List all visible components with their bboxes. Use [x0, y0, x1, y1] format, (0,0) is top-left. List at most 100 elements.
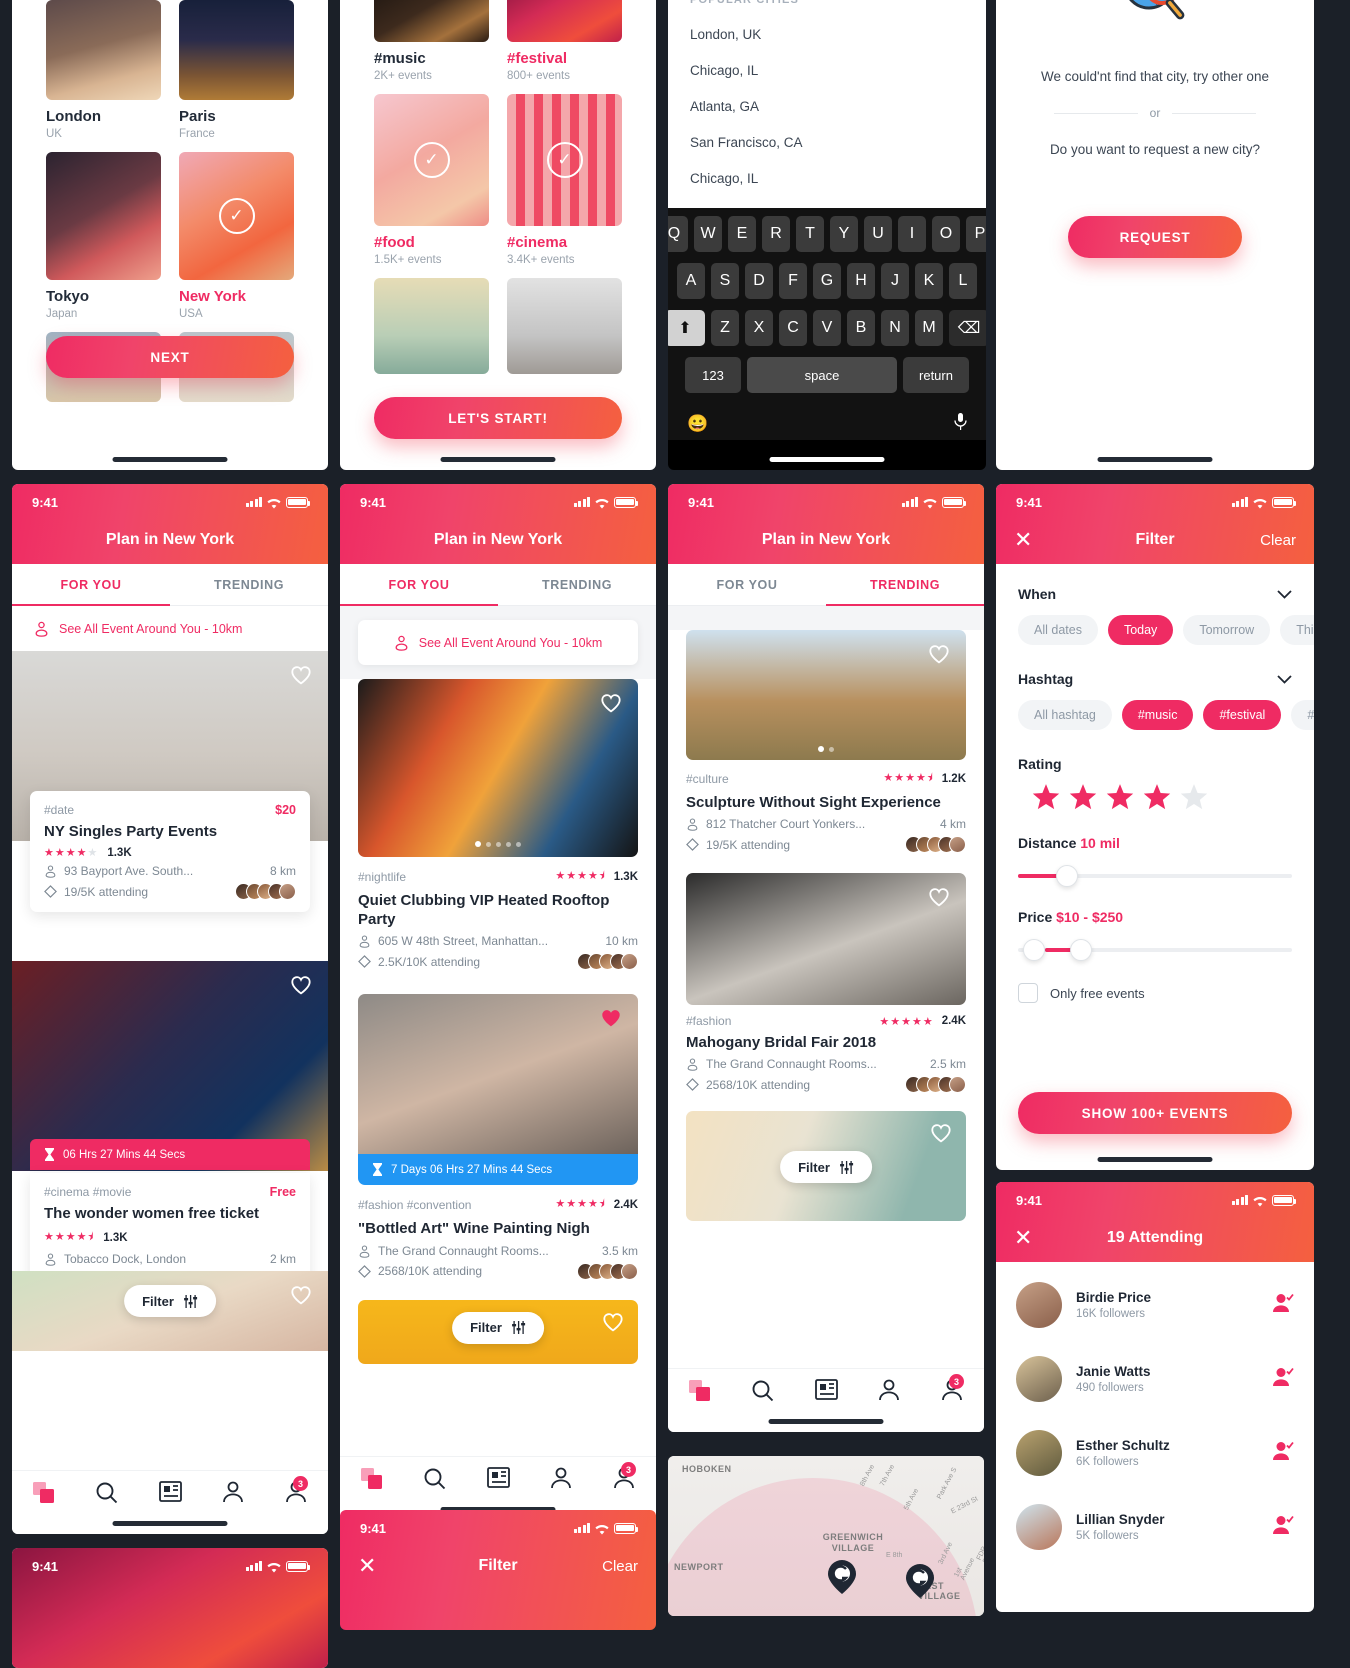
- event-card[interactable]: #nightlife ★★★★⯨ 1.3K Quiet Clubbing VIP…: [340, 679, 656, 971]
- tab-for-you[interactable]: FOR YOU: [668, 564, 826, 605]
- event-card-partial[interactable]: Filter: [686, 1111, 966, 1222]
- favorite-heart-icon[interactable]: [600, 1008, 622, 1028]
- key-m[interactable]: M: [915, 310, 943, 346]
- map-pin[interactable]: [906, 1564, 934, 1598]
- clear-button[interactable]: Clear: [1260, 532, 1296, 549]
- see-all-events-near-you[interactable]: See All Event Around You - 10km: [12, 606, 328, 651]
- event-card[interactable]: #date $20 NY Singles Party Events ★★★★★ …: [12, 651, 328, 913]
- microphone-icon[interactable]: [954, 412, 967, 436]
- city-card-london[interactable]: London UK: [46, 0, 161, 140]
- key-a[interactable]: A: [677, 263, 705, 299]
- chip-festival[interactable]: #festival: [1203, 700, 1282, 730]
- map-view[interactable]: HOBOKEN NEWPORT GREENWICH VILLAGE EAST V…: [668, 1456, 984, 1616]
- add-friend-icon[interactable]: [1272, 1367, 1294, 1392]
- key-y[interactable]: Y: [830, 216, 858, 252]
- rating-stars[interactable]: [1018, 784, 1292, 811]
- attendee-avatars[interactable]: [905, 1076, 966, 1094]
- tab-news[interactable]: [794, 1379, 857, 1400]
- close-icon[interactable]: ✕: [1014, 1227, 1032, 1249]
- key-j[interactable]: J: [881, 263, 909, 299]
- tab-profile[interactable]: [530, 1467, 593, 1489]
- list-item[interactable]: Birdie Price 16K followers: [996, 1268, 1314, 1342]
- event-card[interactable]: #culture ★★★★⯨ 1.2K Sculpture Without Si…: [668, 630, 984, 854]
- only-free-checkbox[interactable]: [1018, 983, 1038, 1003]
- request-button[interactable]: REQUEST: [1068, 216, 1242, 258]
- close-icon[interactable]: ✕: [1014, 529, 1032, 551]
- favorite-heart-icon[interactable]: [930, 1123, 952, 1143]
- when-header[interactable]: When: [1018, 586, 1292, 602]
- key-q[interactable]: Q: [668, 216, 688, 252]
- city-result-row[interactable]: London, UK: [690, 6, 964, 42]
- key-l[interactable]: L: [949, 263, 977, 299]
- city-result-row[interactable]: Chicago, IL: [690, 150, 964, 208]
- key-w[interactable]: W: [694, 216, 722, 252]
- backspace-key-icon[interactable]: ⌫: [949, 310, 986, 346]
- filter-button[interactable]: Filter: [780, 1151, 872, 1184]
- key-r[interactable]: R: [762, 216, 790, 252]
- tab-trending[interactable]: TRENDING: [826, 564, 984, 606]
- tab-trending[interactable]: TRENDING: [498, 564, 656, 605]
- list-item[interactable]: Esther Schultz 6K followers: [996, 1416, 1314, 1490]
- key-e[interactable]: E: [728, 216, 756, 252]
- filter-button[interactable]: Filter: [124, 1285, 216, 1317]
- attendee-avatars[interactable]: [577, 953, 638, 971]
- distance-slider[interactable]: [1018, 865, 1292, 887]
- event-card[interactable]: #fashion ★★★★★ 2.4K Mahogany Bridal Fair…: [668, 853, 984, 1094]
- add-friend-icon[interactable]: [1272, 1293, 1294, 1318]
- city-card-newyork[interactable]: ✓ New York USA: [179, 152, 294, 320]
- tab-search[interactable]: [403, 1467, 466, 1490]
- key-g[interactable]: G: [813, 263, 841, 299]
- key-b[interactable]: B: [847, 310, 875, 346]
- chip-food[interactable]: #f: [1291, 700, 1314, 730]
- tab-search[interactable]: [75, 1481, 138, 1504]
- tab-friends[interactable]: 3: [921, 1374, 984, 1401]
- filter-button[interactable]: Filter: [452, 1311, 544, 1344]
- key-d[interactable]: D: [745, 263, 773, 299]
- key-c[interactable]: C: [779, 310, 807, 346]
- only-free-events-row[interactable]: Only free events: [1018, 983, 1292, 1003]
- event-card[interactable]: 06 Hrs 27 Mins 44 Secs #cinema #movie Fr…: [12, 961, 328, 1301]
- favorite-heart-icon[interactable]: [290, 975, 312, 995]
- hashtag-card-music[interactable]: #music 2K+ events: [374, 0, 489, 82]
- favorite-heart-icon[interactable]: [600, 693, 622, 713]
- hashtag-card-festival[interactable]: #festival 800+ events: [507, 0, 622, 82]
- tab-news[interactable]: [138, 1481, 201, 1502]
- favorite-heart-icon[interactable]: [290, 665, 312, 685]
- tab-home[interactable]: [668, 1379, 731, 1403]
- list-item[interactable]: Janie Watts 490 followers: [996, 1342, 1314, 1416]
- key-s[interactable]: S: [711, 263, 739, 299]
- add-friend-icon[interactable]: [1272, 1515, 1294, 1540]
- tab-trending[interactable]: TRENDING: [170, 564, 328, 605]
- lets-start-button[interactable]: LET'S START!: [374, 397, 622, 439]
- show-events-button[interactable]: SHOW 100+ EVENTS: [1018, 1092, 1292, 1134]
- hashtag-card-extra-1[interactable]: [374, 278, 489, 374]
- next-button[interactable]: NEXT: [46, 336, 294, 378]
- favorite-heart-icon[interactable]: [602, 1312, 624, 1332]
- tab-for-you[interactable]: FOR YOU: [340, 564, 498, 606]
- key-z[interactable]: Z: [711, 310, 739, 346]
- key-u[interactable]: U: [864, 216, 892, 252]
- tab-search[interactable]: [731, 1379, 794, 1402]
- city-card-tokyo[interactable]: Tokyo Japan: [46, 152, 161, 320]
- space-key[interactable]: space: [747, 357, 897, 393]
- key-v[interactable]: V: [813, 310, 841, 346]
- slider-knob-max[interactable]: [1070, 939, 1093, 961]
- list-item[interactable]: Lillian Snyder 5K followers: [996, 1490, 1314, 1564]
- key-o[interactable]: O: [932, 216, 960, 252]
- city-result-row[interactable]: San Francisco, CA: [690, 114, 964, 150]
- city-result-row[interactable]: Chicago, IL: [690, 42, 964, 78]
- tab-profile[interactable]: [202, 1481, 265, 1503]
- tab-news[interactable]: [466, 1467, 529, 1488]
- return-key[interactable]: return: [903, 357, 969, 393]
- hashtag-card-extra-2[interactable]: [507, 278, 622, 374]
- attendee-avatars[interactable]: [905, 836, 966, 854]
- tab-friends[interactable]: 3: [265, 1476, 328, 1503]
- chip-this-week[interactable]: This w: [1280, 615, 1314, 645]
- clear-button[interactable]: Clear: [602, 1558, 638, 1575]
- shift-key-icon[interactable]: ⬆: [668, 310, 705, 346]
- chip-tomorrow[interactable]: Tomorrow: [1183, 615, 1271, 645]
- favorite-heart-icon[interactable]: [928, 644, 950, 664]
- key-t[interactable]: T: [796, 216, 824, 252]
- tab-profile[interactable]: [858, 1379, 921, 1401]
- chip-all-hashtag[interactable]: All hashtag: [1018, 700, 1112, 730]
